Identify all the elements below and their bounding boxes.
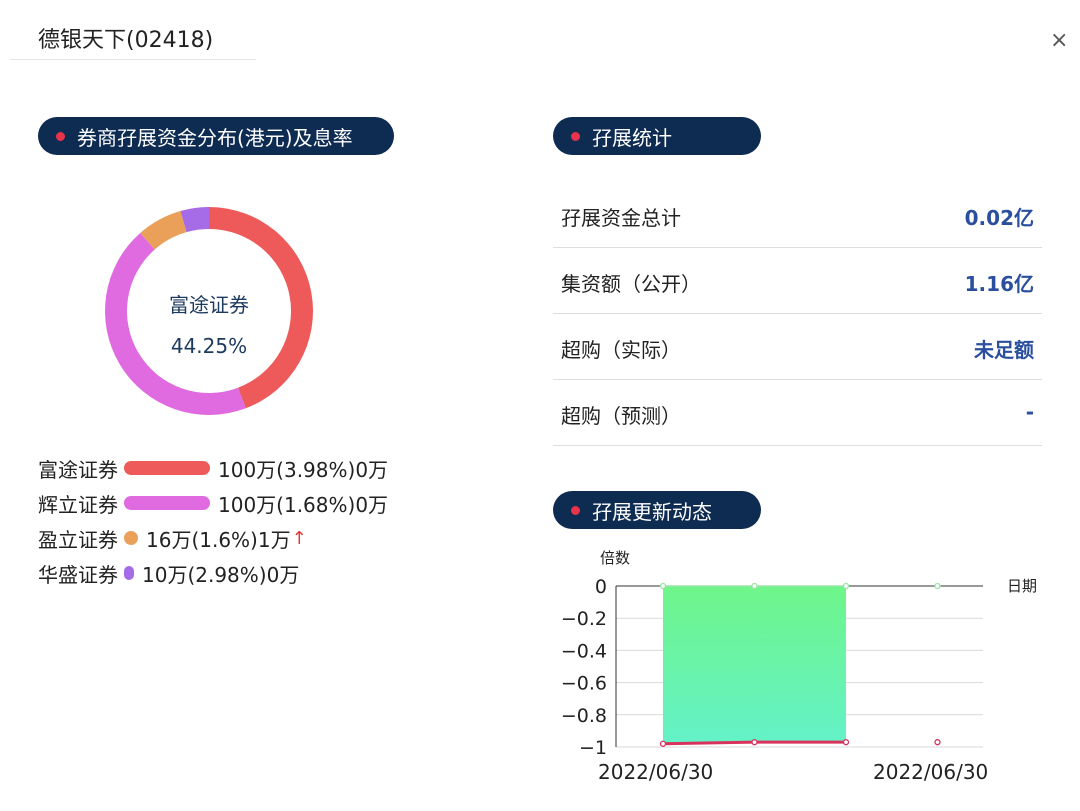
- y-tick-label: −0.6: [561, 673, 607, 695]
- legend-share-bar: [124, 566, 134, 580]
- legend-share-bar: [124, 496, 210, 510]
- stock-title: 德银天下(02418): [38, 28, 214, 53]
- up-arrow-icon: ↑: [291, 527, 307, 549]
- updates-heading-label: 孖展更新动态: [592, 499, 712, 524]
- y-tick-label: −0.8: [561, 705, 607, 727]
- stat-label: 孖展资金总计: [561, 206, 681, 230]
- data-point[interactable]: [934, 582, 941, 590]
- stat-row-total: 孖展资金总计 0.02亿: [553, 182, 1042, 248]
- legend-share-bar: [124, 531, 138, 545]
- y-tick-label: −0.2: [561, 608, 607, 630]
- legend-broker-name: 华盛证券: [38, 562, 118, 587]
- legend-row: 盈立证券 16万(1.6%)1万 ↑: [38, 523, 307, 553]
- data-point[interactable]: [659, 740, 667, 747]
- x-tick-label: 2022/06/30: [873, 760, 988, 784]
- y-tick-label: 0: [595, 576, 607, 598]
- heading-dot-icon: [571, 505, 580, 515]
- donut-center-name: 富途证券: [169, 293, 249, 317]
- stock-title-tab[interactable]: 德银天下(02418): [10, 0, 256, 60]
- data-point[interactable]: [751, 739, 758, 746]
- data-point[interactable]: [842, 739, 850, 746]
- stats-heading-label: 孖展统计: [592, 125, 672, 150]
- area-fill: [663, 586, 846, 744]
- legend-broker-name: 盈立证券: [38, 527, 118, 552]
- updates-heading: 孖展更新动态: [553, 491, 761, 529]
- close-icon[interactable]: ×: [1050, 30, 1068, 52]
- distribution-heading-label: 券商孖展资金分布(港元)及息率: [77, 125, 353, 150]
- heading-dot-icon: [571, 131, 580, 141]
- y-axis-label: 倍数: [600, 549, 630, 567]
- stat-row-oversub-forecast: 超购（预测） -: [553, 380, 1042, 446]
- donut-center-percent: 44.25%: [170, 334, 248, 358]
- legend-share-bar: [124, 461, 210, 475]
- legend-row: 辉立证券 100万(1.68%)0万: [38, 488, 388, 518]
- stat-value: 1.16亿: [964, 272, 1034, 296]
- stats-heading: 孖展统计: [553, 117, 761, 155]
- stat-row-offering: 集资额（公开） 1.16亿: [553, 248, 1042, 314]
- data-point[interactable]: [659, 582, 667, 590]
- data-point[interactable]: [934, 739, 941, 746]
- stat-label: 超购（预测）: [561, 404, 681, 428]
- distribution-heading: 券商孖展资金分布(港元)及息率: [38, 117, 394, 155]
- stat-label: 超购（实际）: [561, 338, 681, 362]
- stat-value: 未足额: [974, 338, 1034, 362]
- stat-row-oversub-actual: 超购（实际） 未足额: [553, 314, 1042, 380]
- legend-row: 华盛证券 10万(2.98%)0万: [38, 558, 299, 588]
- y-tick-label: −1: [579, 737, 607, 759]
- legend-broker-name: 富途证券: [38, 457, 118, 482]
- margin-update-chart: 0 −0.2 −0.4 −0.6 −0.8 −1 倍数日期 2022/06/30 2022/06…: [561, 549, 1037, 784]
- legend-detail: 10万(2.98%)0万: [142, 562, 300, 587]
- stat-value: -: [1025, 400, 1034, 424]
- legend-broker-name: 辉立证券: [38, 492, 118, 517]
- y-tick-label: −0.4: [561, 640, 607, 662]
- data-point[interactable]: [751, 582, 758, 590]
- legend-detail: 16万(1.6%)1万: [146, 527, 291, 552]
- x-tick-label: 2022/06/30: [598, 760, 713, 784]
- legend-detail: 100万(1.68%)0万: [218, 492, 389, 517]
- stat-value: 0.02亿: [964, 206, 1034, 230]
- data-point[interactable]: [842, 582, 850, 590]
- stat-label: 集资额（公开）: [561, 272, 701, 296]
- donut-center-label: 富途证券 44.25%: [104, 206, 314, 416]
- heading-dot-icon: [56, 131, 65, 141]
- legend-row: 富途证券 100万(3.98%)0万: [38, 453, 388, 483]
- x-axis-label: 日期: [1007, 577, 1037, 595]
- legend-detail: 100万(3.98%)0万: [218, 457, 389, 482]
